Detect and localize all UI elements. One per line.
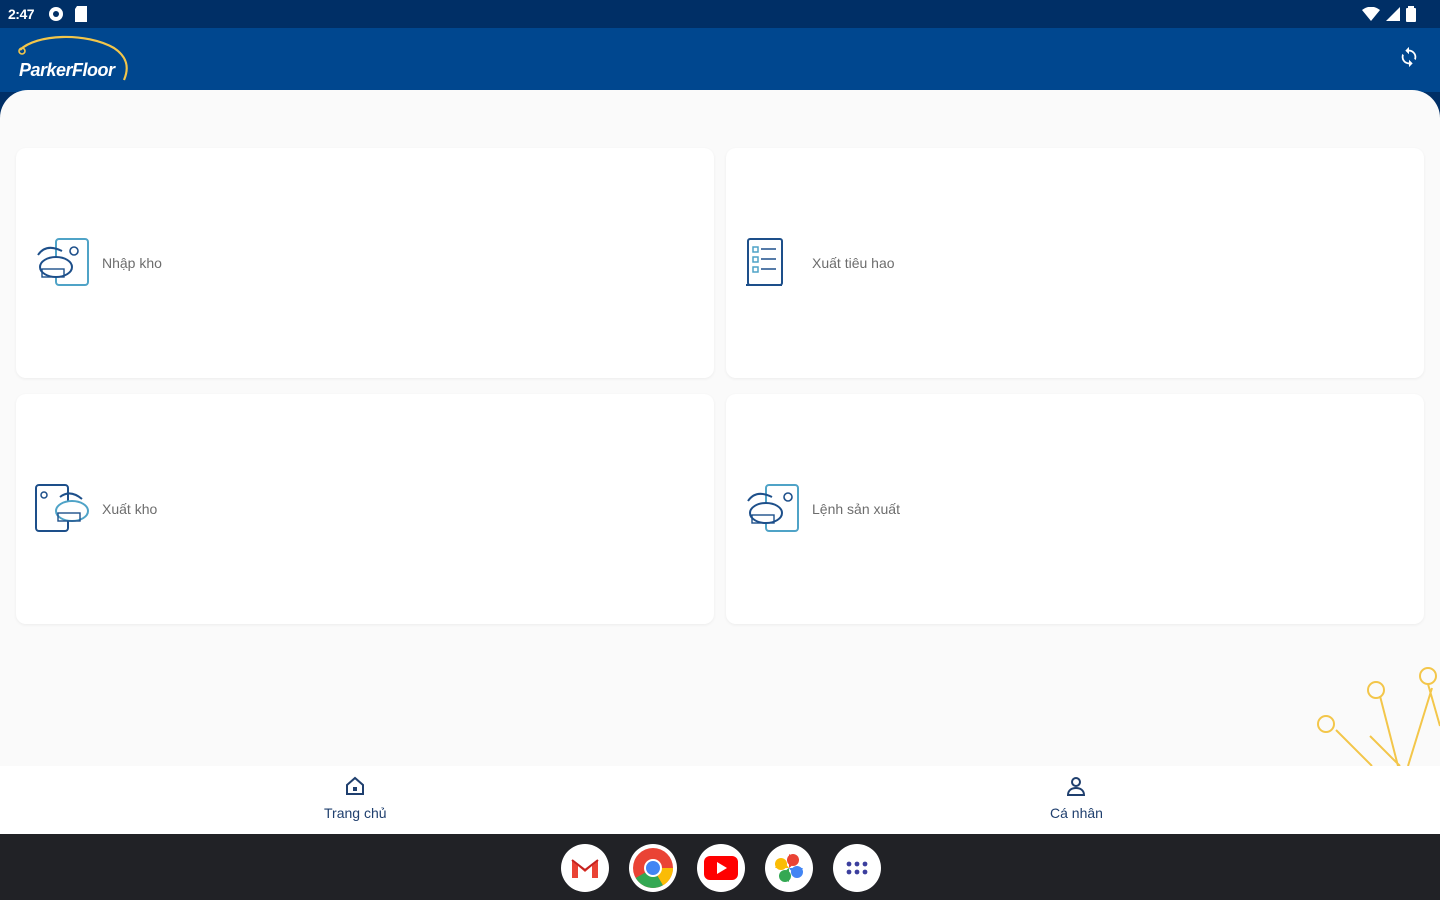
wifi-icon bbox=[1362, 6, 1380, 26]
app-dock bbox=[561, 844, 881, 892]
battery-icon bbox=[1406, 6, 1416, 27]
status-bar: 2:47 bbox=[0, 0, 1440, 28]
card-label: Xuất tiêu hao bbox=[812, 255, 895, 271]
photos-icon[interactable] bbox=[765, 844, 813, 892]
menu-card-nhap-kho[interactable]: Nhập kho bbox=[16, 148, 714, 378]
card-label: Lệnh sản xuất bbox=[812, 501, 900, 517]
card-label: Xuất kho bbox=[102, 501, 158, 517]
consumption-list-icon bbox=[744, 235, 802, 291]
sd-card-icon bbox=[74, 6, 88, 27]
home-icon bbox=[344, 776, 366, 801]
sync-button[interactable] bbox=[1396, 46, 1422, 72]
menu-card-xuat-kho[interactable]: Xuất kho bbox=[16, 394, 714, 624]
status-time: 2:47 bbox=[8, 6, 35, 22]
main-content: Nhập kho Xuất tiêu hao Xuất kho Lệnh sản… bbox=[0, 90, 1440, 766]
logo-text: ParkerFloor bbox=[19, 60, 115, 80]
nav-profile[interactable]: Cá nhân bbox=[1050, 776, 1103, 821]
nav-home-label: Trang chủ bbox=[324, 805, 387, 821]
settings-status-icon bbox=[48, 6, 64, 27]
sync-icon bbox=[1398, 46, 1420, 73]
menu-card-xuat-tieu-hao[interactable]: Xuất tiêu hao bbox=[726, 148, 1424, 378]
bottom-navigation: Trang chủ Cá nhân bbox=[0, 766, 1440, 834]
production-order-icon bbox=[744, 481, 802, 537]
system-taskbar bbox=[0, 834, 1440, 900]
youtube-icon[interactable] bbox=[697, 844, 745, 892]
gmail-icon[interactable] bbox=[561, 844, 609, 892]
app-logo: ParkerFloor bbox=[16, 34, 136, 86]
card-label: Nhập kho bbox=[102, 255, 162, 271]
nav-profile-label: Cá nhân bbox=[1050, 805, 1103, 821]
app-bar: ParkerFloor bbox=[0, 28, 1440, 92]
signal-icon bbox=[1386, 7, 1400, 26]
person-icon bbox=[1065, 776, 1087, 801]
chrome-icon[interactable] bbox=[629, 844, 677, 892]
app-drawer-icon[interactable] bbox=[833, 844, 881, 892]
warehouse-import-icon bbox=[34, 235, 92, 291]
crown-decoration-icon bbox=[1317, 667, 1440, 766]
menu-card-lenh-san-xuat[interactable]: Lệnh sản xuất bbox=[726, 394, 1424, 624]
warehouse-export-icon bbox=[34, 481, 92, 537]
nav-home[interactable]: Trang chủ bbox=[324, 776, 387, 821]
